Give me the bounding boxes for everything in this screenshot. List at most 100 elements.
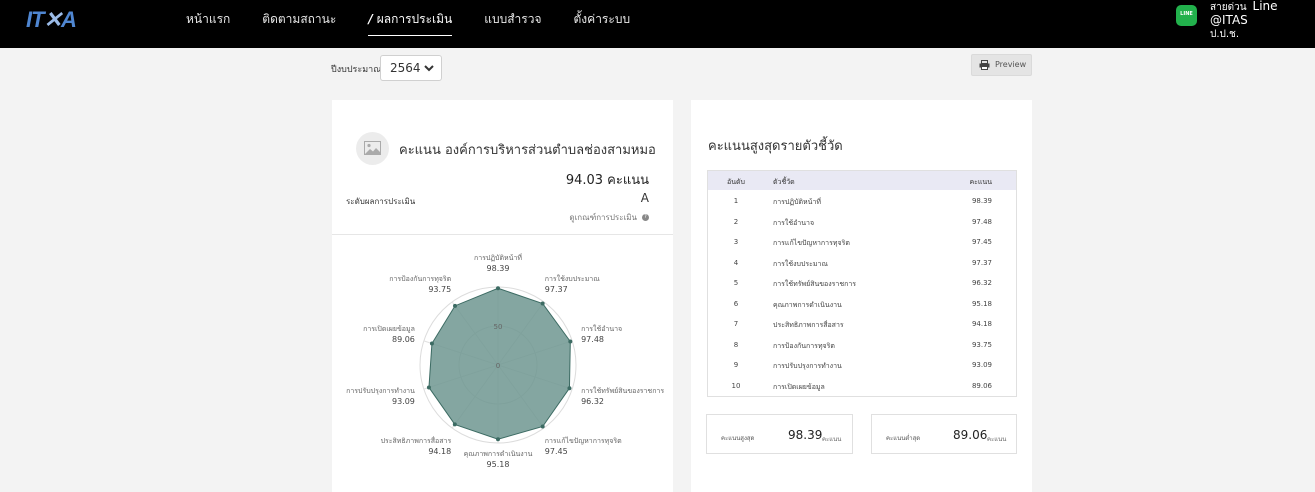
radar-axis-label: การปฏิบัติหน้าที่ xyxy=(474,253,522,262)
radar-point xyxy=(568,339,573,344)
radar-point xyxy=(496,286,500,291)
indicator-name: การเปิดเผยข้อมูล xyxy=(773,382,825,391)
organization-image-icon xyxy=(356,132,389,165)
year-value: 2564 xyxy=(390,61,421,75)
ranking-row: 2 การใช้อำนาจ 97.48 xyxy=(708,212,1016,232)
rank-number: 5 xyxy=(733,279,739,287)
nav-survey[interactable]: แบบสำรวจ xyxy=(484,0,541,36)
radar-point xyxy=(496,437,500,442)
radar-point xyxy=(429,341,434,346)
indicator-name: การใช้อำนาจ xyxy=(773,218,815,227)
rank-number: 2 xyxy=(733,217,739,226)
radar-axis-value: 94.18 xyxy=(428,447,451,456)
rank-number: 7 xyxy=(733,320,739,328)
hotline-label: สายด่วน xyxy=(1210,2,1247,13)
printer-icon xyxy=(979,60,990,70)
min-score-label: คะแนนต่ำสุด xyxy=(886,435,921,442)
radar-axis-value: 98.39 xyxy=(487,264,510,273)
radar-point xyxy=(426,385,431,390)
indicator-score: 97.37 xyxy=(971,258,992,267)
ranking-row: 5 การใช้ทรัพย์สินของราชการ 96.32 xyxy=(708,273,1016,293)
hotline-info[interactable]: สายด่วน Line @ITAS ป.ป.ช. xyxy=(1210,0,1315,41)
radar-point xyxy=(540,424,545,429)
criteria-link[interactable]: ดูเกณฑ์การประเมิน? xyxy=(569,211,649,224)
radar-axis-label: คุณภาพการดำเนินงาน xyxy=(464,450,533,458)
ranking-title: คะแนนสูงสุดรายตัวชี้วัด xyxy=(708,139,843,154)
ranking-table: อันดับ ตัวชี้วัด คะแนน 1 การปฏิบัติหน้าที… xyxy=(707,170,1017,397)
radar-scale-label: 50 xyxy=(494,323,503,331)
year-select[interactable]: 2564 xyxy=(380,55,442,81)
radar-axis-label: การใช้ทรัพย์สินของราชการ xyxy=(581,386,664,395)
indicator-score: 89.06 xyxy=(971,381,992,390)
line-icon[interactable]: LINE xyxy=(1176,5,1197,26)
radar-scale-label: 0 xyxy=(496,362,500,370)
max-score-box: คะแนนสูงสุด 98.39 คะแนน xyxy=(706,414,853,454)
indicator-score: 95.18 xyxy=(971,299,992,308)
nav-settings[interactable]: ตั้งค่าระบบ xyxy=(574,0,631,36)
min-score-box: คะแนนต่ำสุด 89.06 คะแนน xyxy=(871,414,1017,454)
radar-axis-value: 95.18 xyxy=(487,460,510,469)
nav-track-status[interactable]: ติดตามสถานะ xyxy=(262,0,336,36)
indicator-score: 93.75 xyxy=(971,340,992,349)
radar-axis-value: 93.09 xyxy=(392,397,415,406)
radar-axis-value: 97.45 xyxy=(545,447,568,456)
radar-axis-value: 89.06 xyxy=(392,335,415,344)
ranking-row: 6 คุณภาพการดำเนินงาน 95.18 xyxy=(708,294,1016,314)
ranking-row: 3 การแก้ไขปัญหาการทุจริต 97.45 xyxy=(708,232,1016,252)
ranking-card: คะแนนสูงสุดรายตัวชี้วัด อันดับ ตัวชี้วัด… xyxy=(691,100,1032,492)
main-nav: หน้าแรก ติดตามสถานะ / ผลการประเมิน แบบสำร… xyxy=(186,0,662,36)
preview-label: Preview xyxy=(995,60,1027,69)
nav-active-marker: / xyxy=(368,12,373,26)
indicator-name: การปฏิบัติหน้าที่ xyxy=(773,198,822,206)
radar-axis-value: 97.48 xyxy=(581,335,604,344)
radar-axis-label: การป้องกันการทุจริต xyxy=(389,275,451,283)
rank-number: 4 xyxy=(733,258,739,267)
indicator-score: 94.18 xyxy=(971,320,992,328)
radar-axis-value: 97.37 xyxy=(545,285,568,294)
level-label: ระดับผลการประเมิน xyxy=(346,197,416,206)
indicator-name: การใช้งบประมาณ xyxy=(773,259,828,268)
header-indicator: ตัวชี้วัด xyxy=(773,178,795,186)
organization-title: คะแนน องค์การบริหารส่วนตำบลช่องสามหมอ xyxy=(399,143,656,158)
max-score-value: 98.39 xyxy=(788,428,823,442)
question-icon: ? xyxy=(642,214,649,221)
indicator-score: 98.39 xyxy=(971,197,992,205)
radar-axis-label: ประสิทธิภาพการสื่อสาร xyxy=(381,436,452,445)
header-rank: อันดับ xyxy=(727,178,745,186)
max-score-label: คะแนนสูงสุด xyxy=(721,435,755,442)
indicator-name: การปรับปรุงการทำงาน xyxy=(773,362,842,370)
nav-home[interactable]: หน้าแรก xyxy=(186,0,230,36)
min-score-value: 89.06 xyxy=(953,428,988,442)
year-label: ปีงบประมาณ xyxy=(331,65,382,75)
radar-axis-label: การใช้อำนาจ xyxy=(581,324,622,333)
header-score: คะแนน xyxy=(969,178,992,186)
hotline-org: ป.ป.ช. xyxy=(1210,29,1240,40)
indicator-name: ประสิทธิภาพการสื่อสาร xyxy=(773,321,844,329)
ranking-row: 10 การเปิดเผยข้อมูล 89.06 xyxy=(708,376,1016,396)
ranking-row: 8 การป้องกันการทุจริต 93.75 xyxy=(708,335,1016,355)
indicator-name: คุณภาพการดำเนินงาน xyxy=(773,300,842,309)
indicator-score: 97.45 xyxy=(971,238,992,246)
radar-axis-value: 96.32 xyxy=(581,397,604,406)
ranking-row: 4 การใช้งบประมาณ 97.37 xyxy=(708,253,1016,273)
rank-number: 6 xyxy=(733,299,739,308)
radar-axis-label: การปรับปรุงการทำงาน xyxy=(346,387,415,395)
rank-number: 9 xyxy=(733,361,739,369)
summary-card: คะแนน องค์การบริหารส่วนตำบลช่องสามหมอ 94… xyxy=(332,100,673,492)
radar-point xyxy=(567,386,572,391)
rank-number: 8 xyxy=(733,340,739,349)
chevron-down-icon xyxy=(424,65,434,72)
ranking-row: 9 การปรับปรุงการทำงาน 93.09 xyxy=(708,355,1016,375)
nav-results[interactable]: / ผลการประเมิน xyxy=(368,0,453,36)
indicator-score: 93.09 xyxy=(971,361,992,369)
grade-value: A xyxy=(640,191,649,205)
total-score: 94.03 คะแนน xyxy=(565,173,649,188)
radar-chart: 0 50 การปฏิบัติหน้าที่ 98.39 การใช้งบประมาณ 9… xyxy=(346,253,664,469)
itas-logo[interactable]: IT✕A xyxy=(26,7,77,33)
rank-number: 3 xyxy=(733,238,739,246)
criteria-link-label: ดูเกณฑ์การประเมิน xyxy=(569,213,637,222)
radar-point xyxy=(453,303,458,308)
preview-button[interactable]: Preview xyxy=(971,54,1032,76)
radar-point xyxy=(452,422,457,427)
ranking-row: 7 ประสิทธิภาพการสื่อสาร 94.18 xyxy=(708,314,1016,334)
